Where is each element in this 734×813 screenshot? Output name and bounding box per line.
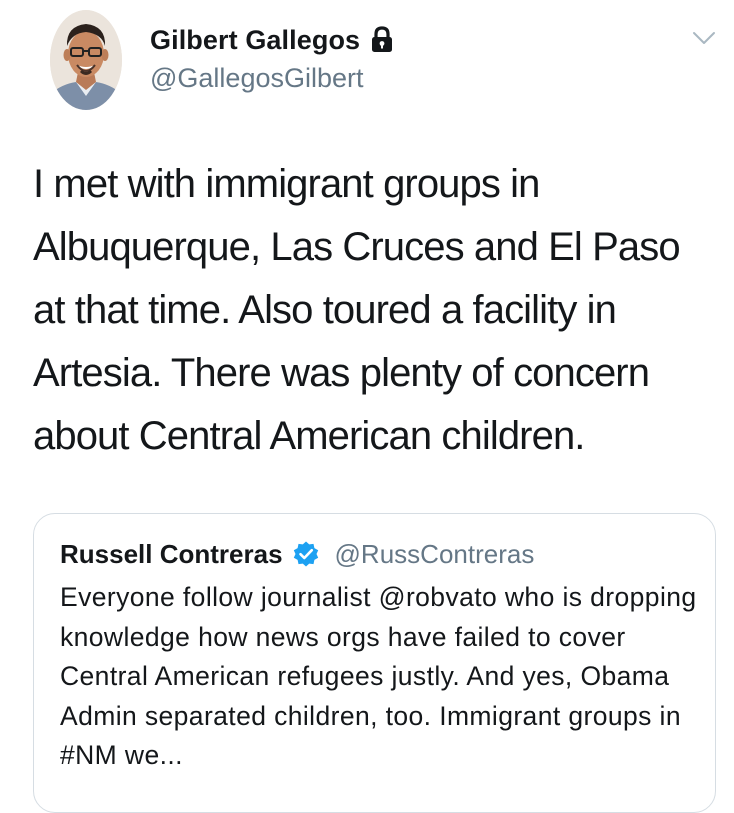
tweet-text: I met with immigrant groups in Albuquerq… (33, 162, 681, 458)
lock-icon (370, 26, 394, 54)
quoted-tweet[interactable]: Russell Contreras @RussContreras Everyon… (33, 513, 716, 813)
handle[interactable]: @GallegosGilbert (150, 62, 394, 94)
quoted-tweet-header: Russell Contreras @RussContreras (60, 534, 534, 574)
person-photo-avatar (50, 10, 122, 110)
chevron-down-icon[interactable] (690, 28, 718, 48)
tweet-author[interactable]: Gilbert Gallegos @GallegosGilbert (150, 18, 394, 94)
avatar[interactable] (50, 10, 122, 110)
verified-badge-icon (292, 540, 320, 568)
display-name[interactable]: Gilbert Gallegos (150, 25, 360, 56)
name-row: Gilbert Gallegos (150, 18, 394, 62)
quoted-display-name: Russell Contreras (60, 538, 283, 569)
quoted-tweet-text: Everyone follow journalist @robvato who … (60, 582, 697, 770)
quoted-handle: @RussContreras (334, 538, 535, 569)
tweet: Gilbert Gallegos @GallegosGilbert I met … (0, 0, 734, 813)
